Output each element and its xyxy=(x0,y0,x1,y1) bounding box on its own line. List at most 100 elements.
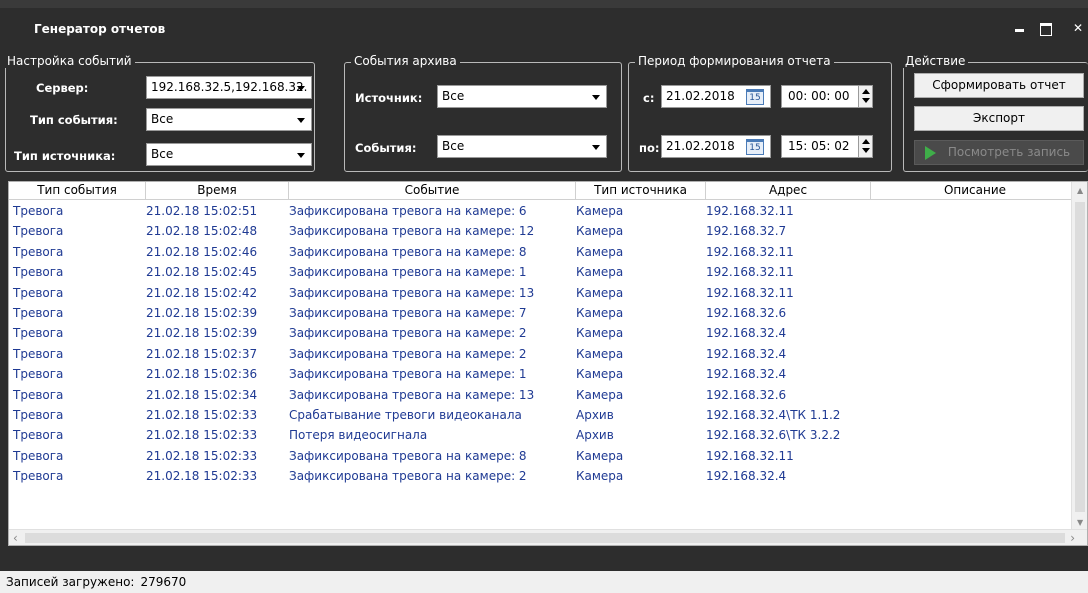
time-spinner[interactable] xyxy=(858,86,872,107)
column-header-event[interactable]: Событие xyxy=(289,182,576,200)
scroll-thumb[interactable] xyxy=(1075,202,1085,512)
table-cell: 192.168.32.4 xyxy=(706,469,787,484)
table-cell: Тревога xyxy=(13,244,64,259)
table-cell: Тревога xyxy=(13,387,64,402)
table-cell xyxy=(867,262,1067,282)
table-row[interactable]: Тревога 21.02.18 15:02:39 Зафиксирована тр… xyxy=(9,323,1079,343)
maximize-icon[interactable] xyxy=(1038,20,1054,36)
view-record-button[interactable]: Посмотреть запись xyxy=(914,140,1084,165)
to-time-field[interactable]: 15: 05: 02 xyxy=(781,135,873,158)
vertical-scrollbar[interactable]: ▲ ▼ xyxy=(1071,182,1087,529)
table-row[interactable]: Тревога 21.02.18 15:02:37 Зафиксирована тр… xyxy=(9,344,1079,364)
archive-events-select[interactable]: Все xyxy=(437,135,607,158)
event-type-value: Все xyxy=(151,112,174,126)
generate-report-button[interactable]: Сформировать отчет xyxy=(914,73,1084,98)
close-icon[interactable]: ✕ xyxy=(1070,20,1086,36)
table-cell: 192.168.32.11 xyxy=(706,285,794,300)
records-loaded-label: Записей загружено: xyxy=(6,575,135,589)
table-cell: Тревога xyxy=(13,224,64,239)
table-cell: Зафиксирована тревога на камере: 12 xyxy=(289,224,535,239)
table-cell: Камера xyxy=(576,285,624,300)
chevron-down-icon xyxy=(297,86,305,91)
table-row[interactable]: Тревога 21.02.18 15:02:46 Зафиксирована тр… xyxy=(9,242,1079,262)
table-cell xyxy=(867,425,1067,445)
table-row[interactable]: Тревога 21.02.18 15:02:33 Срабатывание тре… xyxy=(9,405,1079,425)
table-cell: Камера xyxy=(576,346,624,361)
table-row[interactable]: Тревога 21.02.18 15:02:39 Зафиксирована тр… xyxy=(9,303,1079,323)
server-value: 192.168.32.5,192.168.32. xyxy=(151,80,308,94)
table-cell: 21.02.18 15:02:33 xyxy=(146,407,258,422)
chevron-down-icon xyxy=(592,95,600,100)
server-select[interactable]: 192.168.32.5,192.168.32. xyxy=(146,76,312,99)
table-cell: 21.02.18 15:02:37 xyxy=(146,346,258,361)
table-row[interactable]: Тревога 21.02.18 15:02:33 Зафиксирована тр… xyxy=(9,446,1079,466)
to-date-field[interactable]: 21.02.2018 15 xyxy=(661,135,771,158)
table-row[interactable]: Тревога 21.02.18 15:02:34 Зафиксирована тр… xyxy=(9,385,1079,405)
scroll-right-icon[interactable]: › xyxy=(1070,531,1075,545)
table-cell: Камера xyxy=(576,469,624,484)
scroll-thumb[interactable] xyxy=(25,533,1065,543)
export-button[interactable]: Экспорт xyxy=(914,106,1084,131)
table-cell: 21.02.18 15:02:42 xyxy=(146,285,258,300)
table-row[interactable]: Тревога 21.02.18 15:02:42 Зафиксирована тр… xyxy=(9,283,1079,303)
table-cell: Тревога xyxy=(13,407,64,422)
scroll-down-icon[interactable]: ▼ xyxy=(1077,518,1083,527)
table-row[interactable]: Тревога 21.02.18 15:02:45 Зафиксирована тр… xyxy=(9,262,1079,282)
table-cell: 192.168.32.6 xyxy=(706,305,787,320)
table-cell: Тревога xyxy=(13,469,64,484)
from-date-field[interactable]: 21.02.2018 15 xyxy=(661,85,771,108)
chevron-down-icon xyxy=(297,118,305,123)
time-spinner[interactable] xyxy=(858,136,872,157)
table-cell: Камера xyxy=(576,305,624,320)
scroll-left-icon[interactable]: ‹ xyxy=(13,531,18,545)
table-cell: 21.02.18 15:02:39 xyxy=(146,305,258,320)
table-row[interactable]: Тревога 21.02.18 15:02:33 Зафиксирована тр… xyxy=(9,466,1079,486)
table-cell: 192.168.32.11 xyxy=(706,204,794,218)
table-cell: Тревога xyxy=(13,305,64,320)
column-header-source-type[interactable]: Тип источника xyxy=(576,182,706,200)
scroll-up-icon[interactable]: ▲ xyxy=(1077,186,1083,195)
from-label: с: xyxy=(643,91,655,105)
column-header-address[interactable]: Адрес xyxy=(706,182,871,200)
archive-source-value: Все xyxy=(442,89,465,103)
table-cell: 192.168.32.7 xyxy=(706,224,787,239)
period-title: Период формирования отчета xyxy=(635,54,834,68)
horizontal-scrollbar[interactable]: ‹ › xyxy=(9,529,1087,545)
calendar-icon[interactable]: 15 xyxy=(746,89,764,105)
source-type-select[interactable]: Все xyxy=(146,143,312,166)
table-cell xyxy=(867,242,1067,262)
column-header-time[interactable]: Время xyxy=(146,182,289,200)
table-cell xyxy=(867,405,1067,425)
table-cell: Зафиксирована тревога на камере: 6 xyxy=(289,204,527,218)
table-row[interactable]: Тревога 21.02.18 15:02:51 Зафиксирована тр… xyxy=(9,201,1079,221)
table-cell xyxy=(867,323,1067,343)
table-cell: 21.02.18 15:02:39 xyxy=(146,326,258,341)
table-cell xyxy=(867,364,1067,384)
column-header-description[interactable]: Описание xyxy=(871,182,1079,200)
table-row[interactable]: Тревога 21.02.18 15:02:48 Зафиксирована тр… xyxy=(9,221,1079,241)
table-cell xyxy=(867,283,1067,303)
table-cell: 192.168.32.4 xyxy=(706,326,787,341)
table-cell: Зафиксирована тревога на камере: 1 xyxy=(289,265,527,280)
archive-source-select[interactable]: Все xyxy=(437,85,607,108)
to-date-value: 21.02.2018 xyxy=(666,139,735,153)
archive-source-label: Источник: xyxy=(355,91,423,105)
table-cell: Потеря видеосигнала xyxy=(289,428,428,443)
archive-events-label: События: xyxy=(355,141,417,155)
from-time-field[interactable]: 00: 00: 00 xyxy=(781,85,873,108)
table-cell: 21.02.18 15:02:45 xyxy=(146,265,258,280)
table-cell: Камера xyxy=(576,224,624,239)
archive-events-group: События архива Источник: Все События: Вс… xyxy=(344,54,622,172)
minimize-icon[interactable] xyxy=(1012,20,1028,36)
calendar-icon[interactable]: 15 xyxy=(746,139,764,155)
table-row[interactable]: Тревога 21.02.18 15:02:33 Потеря видеосигн… xyxy=(9,425,1079,445)
event-type-select[interactable]: Все xyxy=(146,108,312,131)
table-cell: Зафиксирована тревога на камере: 13 xyxy=(289,285,535,300)
play-icon xyxy=(925,146,936,160)
table-cell: Камера xyxy=(576,265,624,280)
table-cell xyxy=(867,303,1067,323)
column-header-event-type[interactable]: Тип события xyxy=(9,182,146,200)
to-time-value: 15: 05: 02 xyxy=(788,139,850,153)
table-cell: Архив xyxy=(576,428,614,443)
table-row[interactable]: Тревога 21.02.18 15:02:36 Зафиксирована тр… xyxy=(9,364,1079,384)
